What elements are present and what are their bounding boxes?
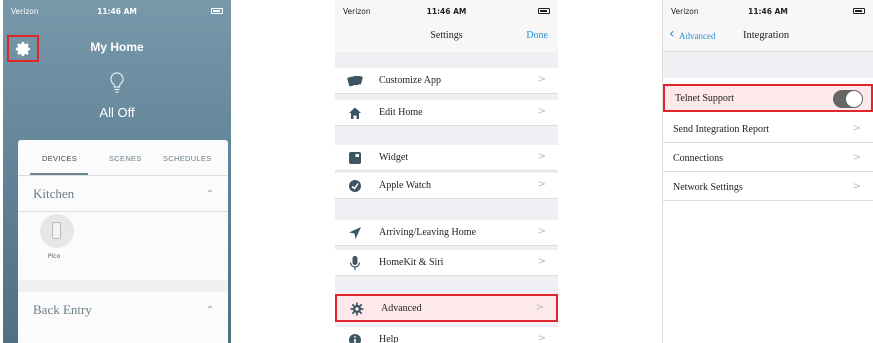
chevron-right-icon: > [537, 151, 546, 162]
battery-icon [211, 8, 223, 14]
settings-row-widget[interactable]: Widget > [335, 145, 558, 171]
row-label: Connections [673, 153, 723, 164]
row-label: Telnet Support [675, 93, 735, 104]
active-tab-indicator [30, 173, 88, 175]
settings-screen: Verizon 11:46 AM Settings Done Customize… [335, 0, 558, 343]
rooms-card: DEVICES SCENES SCHEDULES Kitchen ⌃ Pico … [18, 140, 228, 343]
empty-area [663, 206, 873, 343]
chevron-right-icon: > [852, 152, 861, 163]
battery-icon [538, 8, 550, 14]
pico-remote-icon [52, 222, 61, 239]
row-label: Network Settings [673, 182, 743, 193]
chevron-left-icon[interactable]: ‹ [669, 27, 675, 41]
tab-bar: DEVICES SCENES SCHEDULES [18, 140, 228, 176]
watch-icon [347, 178, 363, 194]
chevron-right-icon: > [537, 74, 546, 85]
info-icon [347, 332, 363, 343]
chevron-right-icon: > [852, 123, 861, 134]
chevron-right-icon: > [537, 226, 546, 237]
home-screen: Verizon 11:46 AM My Home All Off DEVICES… [3, 0, 231, 343]
settings-row-edit-home[interactable]: Edit Home > [335, 100, 558, 126]
settings-row-advanced[interactable]: Advanced > [335, 294, 558, 322]
status-bar: Verizon 11:46 AM [3, 0, 231, 20]
lightbulb-icon[interactable] [109, 72, 125, 94]
widget-icon [347, 150, 363, 166]
row-label: Edit Home [379, 107, 423, 118]
integration-row-telnet-support[interactable]: Telnet Support [663, 84, 873, 112]
status-time: 11:46 AM [426, 7, 467, 16]
page-title: Integration [743, 30, 790, 41]
chevron-right-icon: > [537, 333, 546, 343]
row-label: Help [379, 334, 399, 343]
location-arrow-icon [347, 225, 363, 241]
back-button[interactable]: Advanced [679, 31, 715, 41]
status-time: 11:46 AM [97, 7, 137, 16]
settings-row-customize-app[interactable]: Customize App > [335, 68, 558, 94]
integration-row-send-report[interactable]: Send Integration Report > [663, 117, 873, 143]
settings-row-arriving-leaving[interactable]: Arriving/Leaving Home > [335, 220, 558, 246]
room-name: Kitchen [33, 186, 75, 201]
chevron-right-icon: > [535, 302, 544, 313]
integration-row-network-settings[interactable]: Network Settings > [663, 175, 873, 201]
status-bar: Verizon 11:46 AM [335, 0, 558, 20]
chevron-right-icon: > [537, 256, 546, 267]
chevron-right-icon: > [537, 179, 546, 190]
row-label: Customize App [379, 75, 441, 86]
telnet-support-toggle[interactable] [833, 90, 863, 108]
row-label: Advanced [381, 303, 422, 314]
gear-icon [349, 301, 365, 317]
home-title: My Home [90, 40, 144, 54]
house-icon [347, 105, 363, 121]
row-label: Send Integration Report [673, 124, 770, 135]
room-header-kitchen[interactable]: Kitchen ⌃ [18, 176, 228, 212]
room-name: Back Entry [33, 302, 92, 317]
chevron-right-icon: > [537, 106, 546, 117]
settings-row-apple-watch[interactable]: Apple Watch > [335, 173, 558, 199]
page-title: Settings [430, 30, 463, 41]
pico-device-button[interactable] [40, 214, 74, 248]
row-label: Apple Watch [379, 180, 432, 191]
settings-row-help[interactable]: Help > [335, 327, 558, 343]
chevron-up-icon: ⌃ [205, 189, 214, 200]
status-bar: Verizon 11:46 AM [663, 0, 873, 20]
section-spacer [663, 52, 873, 78]
device-label: Pico [48, 253, 61, 260]
room-header-back-entry[interactable]: Back Entry ⌃ [18, 292, 228, 328]
status-time: 11:46 AM [748, 7, 788, 16]
microphone-icon [347, 255, 363, 271]
section-divider [18, 280, 228, 292]
nav-bar: Settings Done [335, 20, 558, 52]
tab-devices[interactable]: DEVICES [42, 154, 77, 163]
chevron-right-icon: > [852, 181, 861, 192]
row-label: Arriving/Leaving Home [379, 227, 476, 238]
nav-bar: ‹ Advanced Integration [663, 20, 873, 52]
battery-icon [853, 8, 865, 14]
all-off-status: All Off [99, 105, 135, 120]
cards-icon [347, 73, 363, 89]
tab-scenes[interactable]: SCENES [109, 154, 142, 163]
done-button[interactable]: Done [526, 30, 548, 41]
row-label: HomeKit & Siri [379, 257, 444, 268]
row-label: Widget [379, 152, 409, 163]
chevron-up-icon: ⌃ [205, 305, 214, 316]
integration-screen: Verizon 11:46 AM ‹ Advanced Integration … [662, 0, 873, 343]
settings-row-homekit-siri[interactable]: HomeKit & Siri > [335, 250, 558, 276]
tab-schedules[interactable]: SCHEDULES [163, 154, 212, 163]
integration-row-connections[interactable]: Connections > [663, 146, 873, 172]
